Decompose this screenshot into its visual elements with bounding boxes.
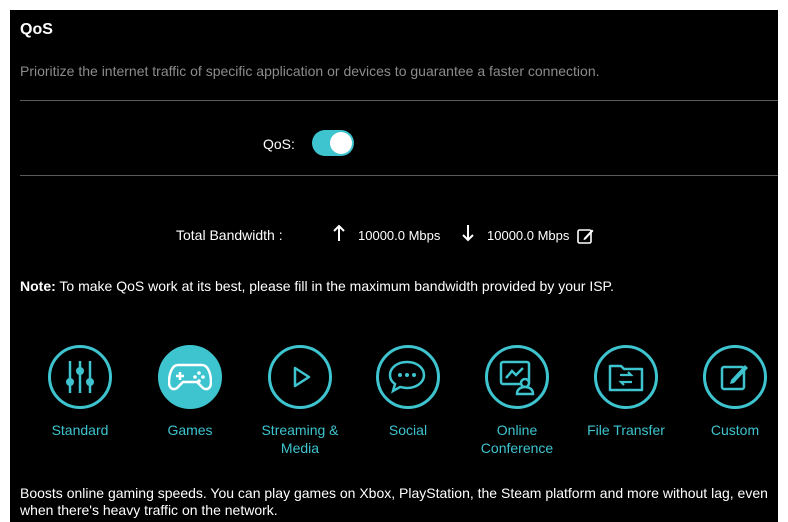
edit-icon <box>718 360 752 394</box>
bandwidth-label: Total Bandwidth : <box>176 227 283 243</box>
chat-bubbles-icon <box>387 357 429 397</box>
mode-icon-circle <box>376 345 440 409</box>
play-icon <box>285 362 315 392</box>
mode-label: Custom <box>710 422 760 438</box>
mode-standard[interactable]: Standard <box>25 345 135 439</box>
arrow-up-icon <box>332 223 346 243</box>
mode-icon-circle <box>485 345 549 409</box>
mode-icon-circle <box>268 345 332 409</box>
toggle-knob <box>330 132 352 154</box>
mode-social[interactable]: Social <box>353 345 463 439</box>
mode-file-transfer[interactable]: File Transfer <box>571 345 681 439</box>
qos-toggle-label: QoS: <box>263 136 295 152</box>
folder-transfer-icon <box>607 360 645 394</box>
download-bandwidth: 10000.0 Mbps <box>487 228 570 243</box>
bandwidth-row: Total Bandwidth : 10000.0 Mbps 10000.0 M… <box>0 223 788 249</box>
qos-panel: QoS Prioritize the internet traffic of s… <box>10 10 778 522</box>
gamepad-icon <box>168 360 212 394</box>
arrow-down-icon <box>461 223 475 243</box>
note-text: Note: To make QoS work at its best, plea… <box>20 278 614 294</box>
divider <box>20 100 778 101</box>
page-subtitle: Prioritize the internet traffic of speci… <box>20 63 600 79</box>
divider <box>20 175 778 176</box>
mode-custom[interactable]: Custom <box>680 345 788 439</box>
conference-icon <box>497 358 537 396</box>
qos-mode-list: Standard Games Streaming & Media Social … <box>0 345 788 465</box>
qos-toggle-row: QoS: <box>0 127 788 161</box>
mode-label: Games <box>167 422 213 438</box>
page-title: QoS <box>20 21 53 38</box>
sliders-icon <box>60 357 100 397</box>
mode-label: Online Conference <box>480 422 554 456</box>
mode-streaming-media[interactable]: Streaming & Media <box>245 345 355 457</box>
mode-icon-circle <box>158 345 222 409</box>
mode-online-conference[interactable]: Online Conference <box>462 345 572 457</box>
edit-bandwidth-icon[interactable] <box>577 227 595 245</box>
note-body: To make QoS work at its best, please fil… <box>55 278 614 294</box>
mode-games[interactable]: Games <box>135 345 245 439</box>
mode-label: Streaming & Media <box>261 422 339 456</box>
mode-label: File Transfer <box>587 422 665 438</box>
upload-bandwidth: 10000.0 Mbps <box>358 228 441 243</box>
note-prefix: Note: <box>20 278 56 294</box>
mode-description: Boosts online gaming speeds. You can pla… <box>20 485 768 518</box>
mode-icon-circle <box>703 345 767 409</box>
mode-icon-circle <box>48 345 112 409</box>
mode-icon-circle <box>594 345 658 409</box>
mode-label: Standard <box>51 422 109 438</box>
mode-label: Social <box>388 422 428 438</box>
qos-toggle-switch[interactable] <box>312 130 354 156</box>
